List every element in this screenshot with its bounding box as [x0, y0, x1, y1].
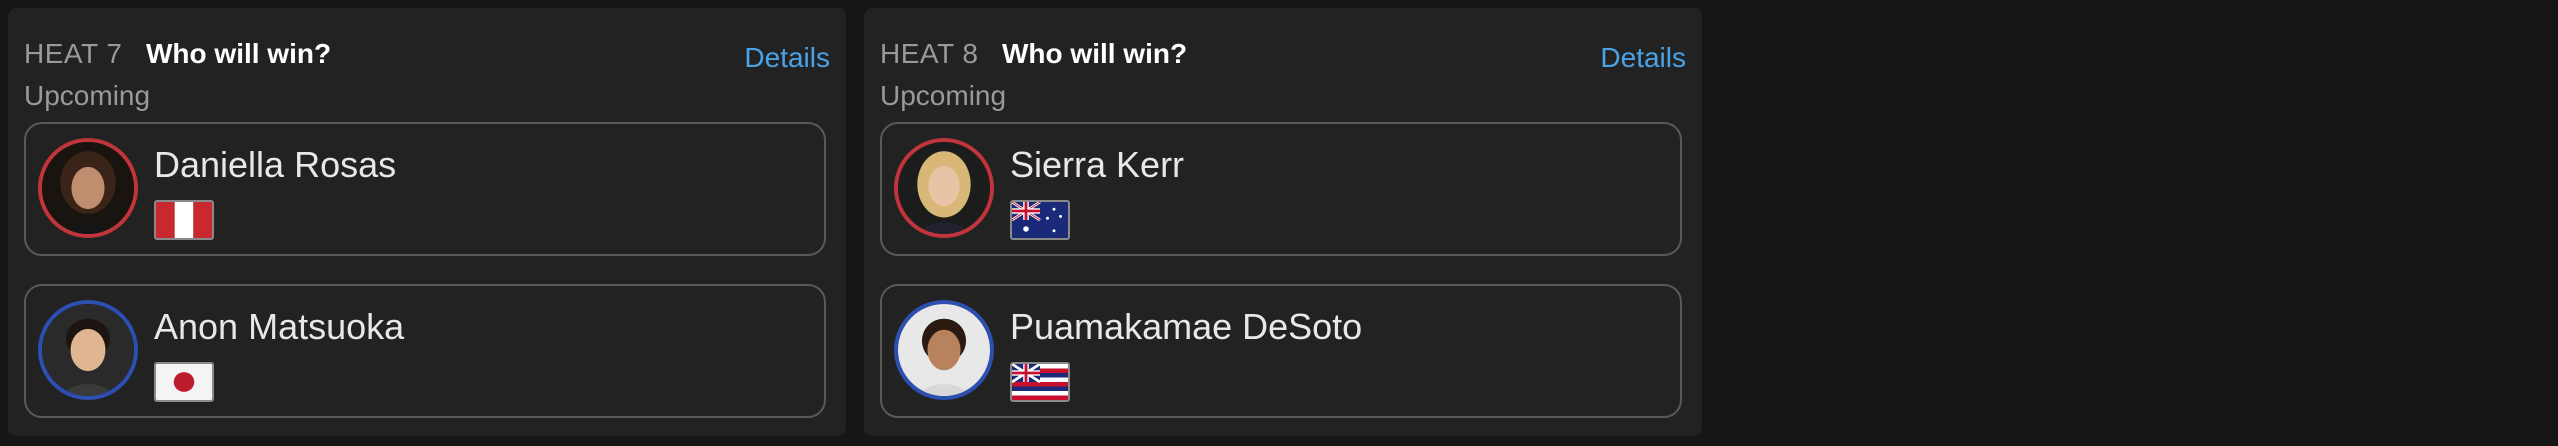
athlete-name: Anon Matsuoka	[154, 306, 405, 347]
athlete-name: Sierra Kerr	[1010, 144, 1185, 185]
hawaii-flag-icon	[1010, 362, 1070, 402]
athlete-name: Daniella Rosas	[154, 144, 397, 185]
athlete-photo	[898, 304, 990, 396]
surfer-option[interactable]: Anon Matsuoka	[24, 284, 826, 418]
athlete-avatar	[38, 300, 138, 400]
athlete-name: Puamakamae DeSoto	[1010, 306, 1363, 347]
surfer-option[interactable]: Puamakamae DeSoto	[880, 284, 1682, 418]
heat-question: Who will win?	[1002, 38, 1188, 69]
heat-number: HEAT 7	[24, 38, 123, 69]
heat-header: HEAT 8 Who will win? Details	[880, 38, 1686, 78]
surfer-option[interactable]: Daniella Rosas	[24, 122, 826, 256]
athlete-avatar	[894, 300, 994, 400]
heat-card: HEAT 7 Who will win? Details Upcoming Da…	[8, 8, 846, 436]
heat-card: HEAT 8 Who will win? Details Upcoming Si…	[864, 8, 1702, 436]
athlete-photo	[42, 142, 134, 234]
peru-flag-icon	[154, 200, 214, 240]
details-link[interactable]: Details	[744, 42, 830, 74]
japan-flag-icon	[154, 362, 214, 402]
athlete-avatar	[38, 138, 138, 238]
athlete-avatar	[894, 138, 994, 238]
heat-number: HEAT 8	[880, 38, 979, 69]
details-link[interactable]: Details	[1600, 42, 1686, 74]
heat-status: Upcoming	[880, 80, 1007, 111]
athlete-photo	[42, 304, 134, 396]
athlete-photo	[898, 142, 990, 234]
surfer-option[interactable]: Sierra Kerr	[880, 122, 1682, 256]
australia-flag-icon	[1010, 200, 1070, 240]
heat-status: Upcoming	[24, 80, 151, 111]
heat-header: HEAT 7 Who will win? Details	[24, 38, 830, 78]
heat-question: Who will win?	[146, 38, 332, 69]
